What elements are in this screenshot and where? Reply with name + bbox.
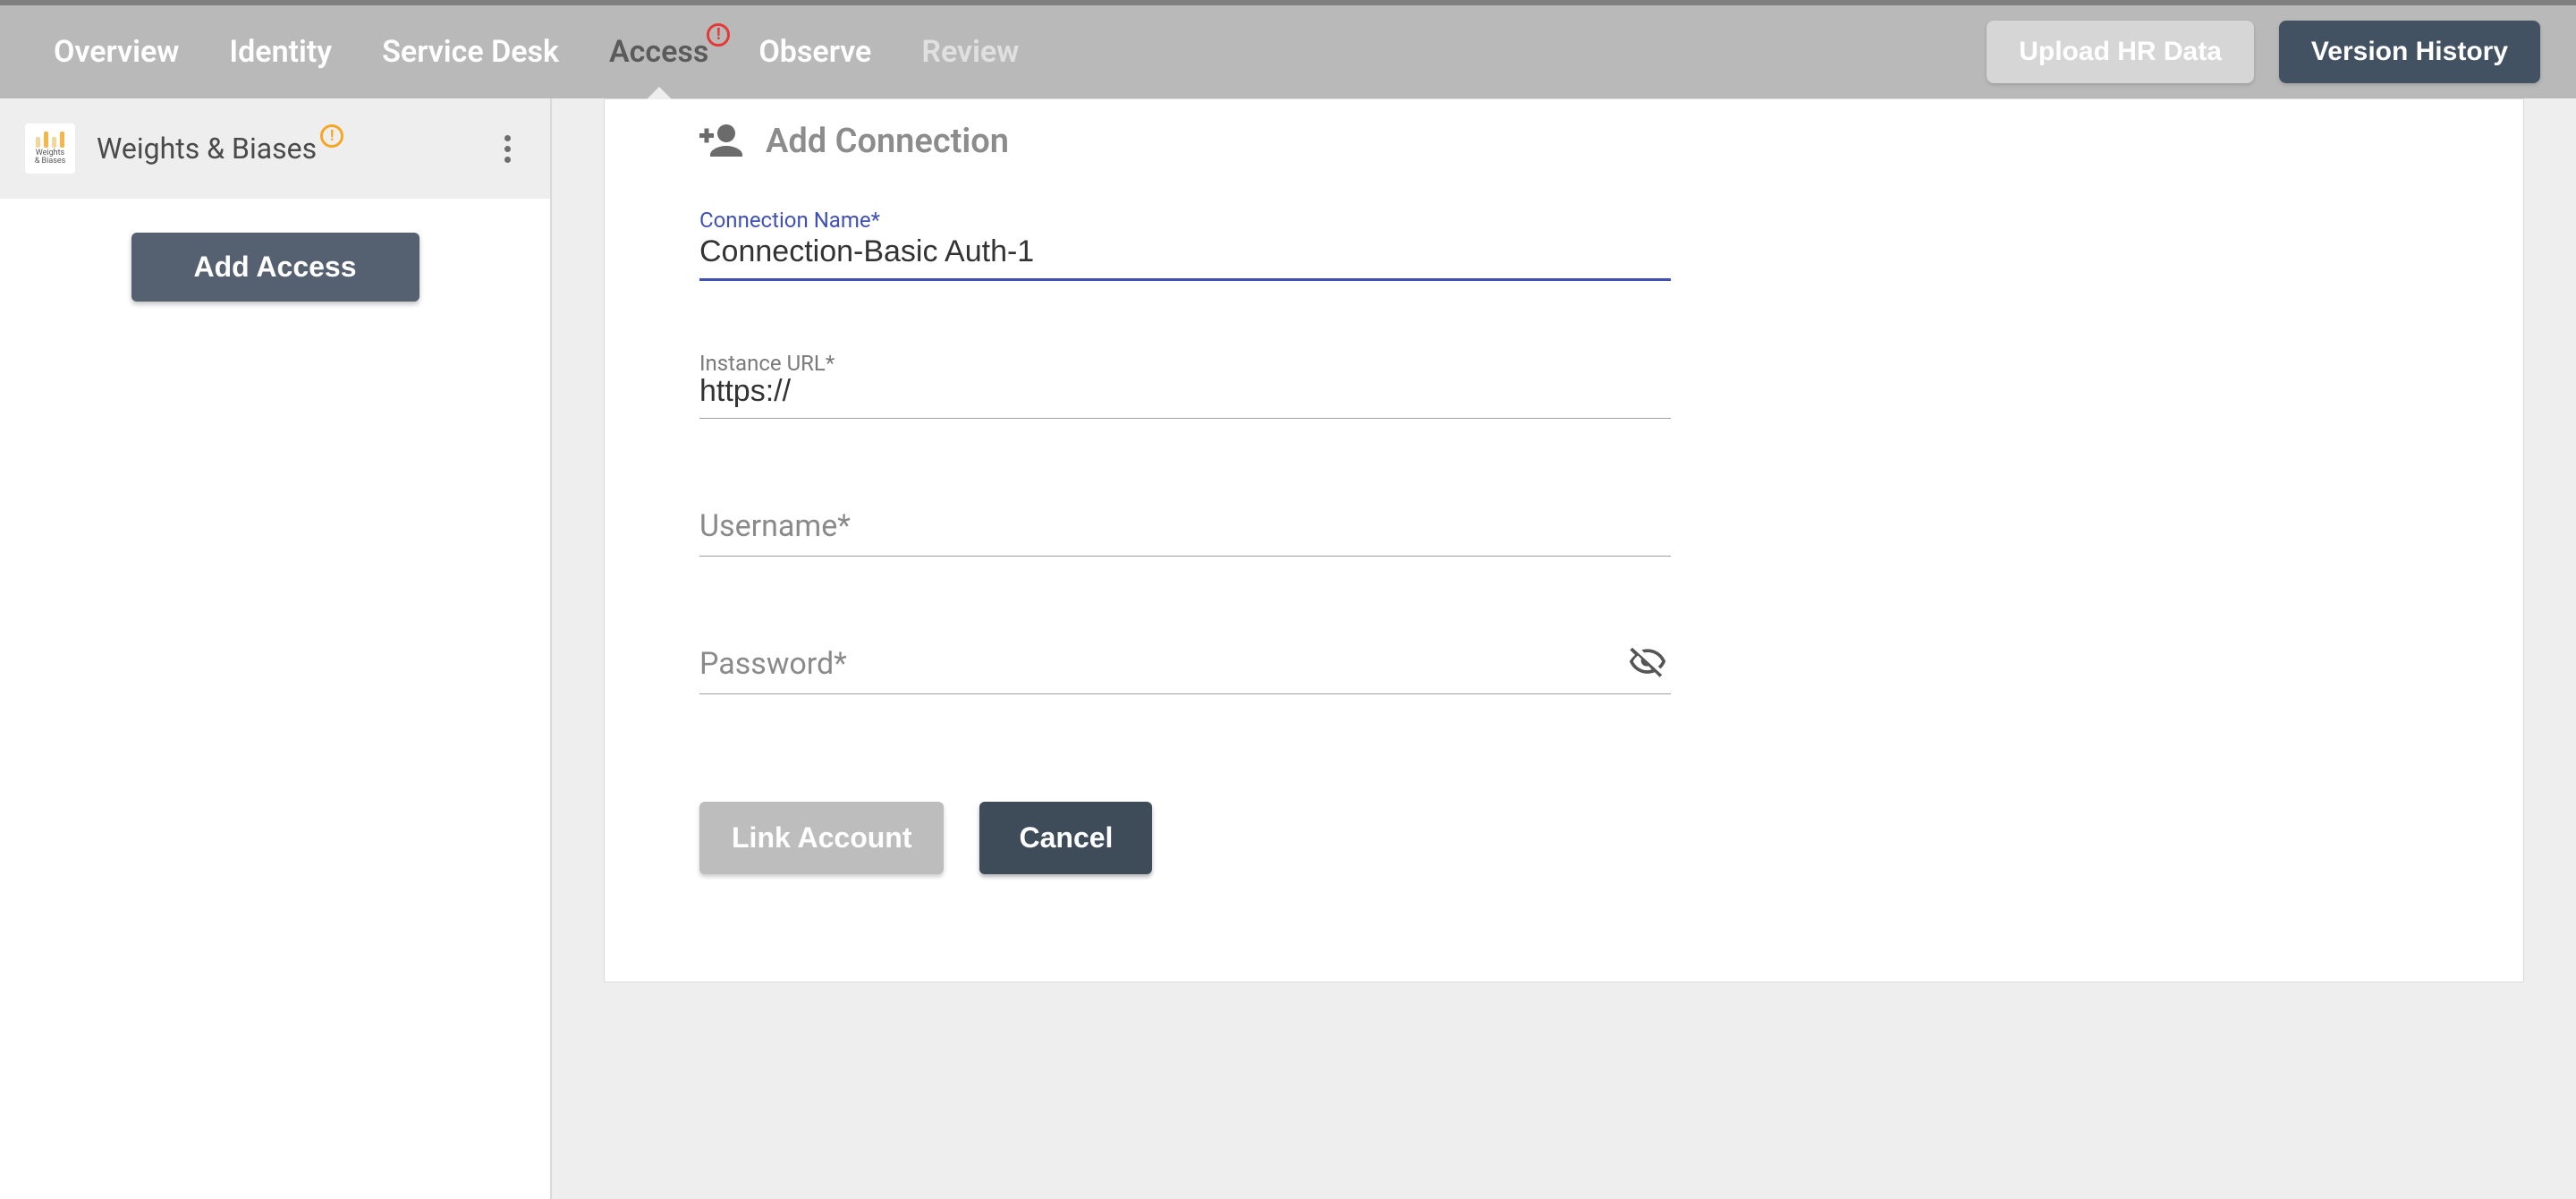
topbar-actions: Upload HR Data Version History (1987, 21, 2540, 83)
instance-url-input[interactable] (699, 363, 1671, 419)
cancel-button[interactable]: Cancel (979, 802, 1152, 874)
tab-access-label: Access (609, 34, 708, 70)
add-connection-card: Add Connection Connection Name* Instance… (604, 98, 2524, 982)
warning-icon: ! (320, 124, 343, 148)
card-title: Add Connection (766, 122, 1009, 161)
username-input[interactable] (699, 501, 1671, 557)
sidebar-item-wandb[interactable]: Weights& Biases Weights & Biases ! (0, 98, 550, 199)
person-add-icon (699, 123, 742, 160)
main-content: Add Connection Connection Name* Instance… (552, 98, 2576, 1199)
upload-hr-data-button[interactable]: Upload HR Data (1987, 21, 2254, 83)
sidebar-item-text: Weights & Biases (97, 132, 317, 166)
form-actions: Link Account Cancel (699, 802, 2428, 874)
field-connection-name: Connection Name* (699, 224, 1671, 281)
tab-access[interactable]: Access ! (609, 5, 708, 98)
visibility-off-icon[interactable] (1628, 642, 1667, 685)
tab-identity[interactable]: Identity (229, 5, 332, 98)
field-username: Username* (699, 501, 1671, 557)
tab-review: Review (921, 5, 1019, 98)
alert-icon: ! (707, 23, 730, 47)
kebab-menu-icon[interactable] (489, 131, 525, 166)
version-history-button[interactable]: Version History (2279, 21, 2540, 83)
connection-name-input[interactable] (699, 224, 1671, 281)
field-instance-url: Instance URL* (699, 363, 1671, 419)
tab-overview[interactable]: Overview (54, 5, 179, 98)
add-access-button[interactable]: Add Access (131, 233, 419, 302)
sidebar: Weights& Biases Weights & Biases ! Add A… (0, 98, 552, 1199)
tab-observe[interactable]: Observe (758, 5, 871, 98)
tab-service-desk[interactable]: Service Desk (382, 5, 559, 98)
wandb-logo-icon: Weights& Biases (25, 123, 75, 174)
field-password: Password* (699, 639, 1671, 694)
nav-tabs: Overview Identity Service Desk Access ! … (54, 5, 1019, 98)
top-nav-bar: Overview Identity Service Desk Access ! … (0, 0, 2576, 98)
link-account-button[interactable]: Link Account (699, 802, 944, 874)
sidebar-item-label: Weights & Biases ! (97, 132, 317, 166)
password-input[interactable] (699, 639, 1671, 694)
